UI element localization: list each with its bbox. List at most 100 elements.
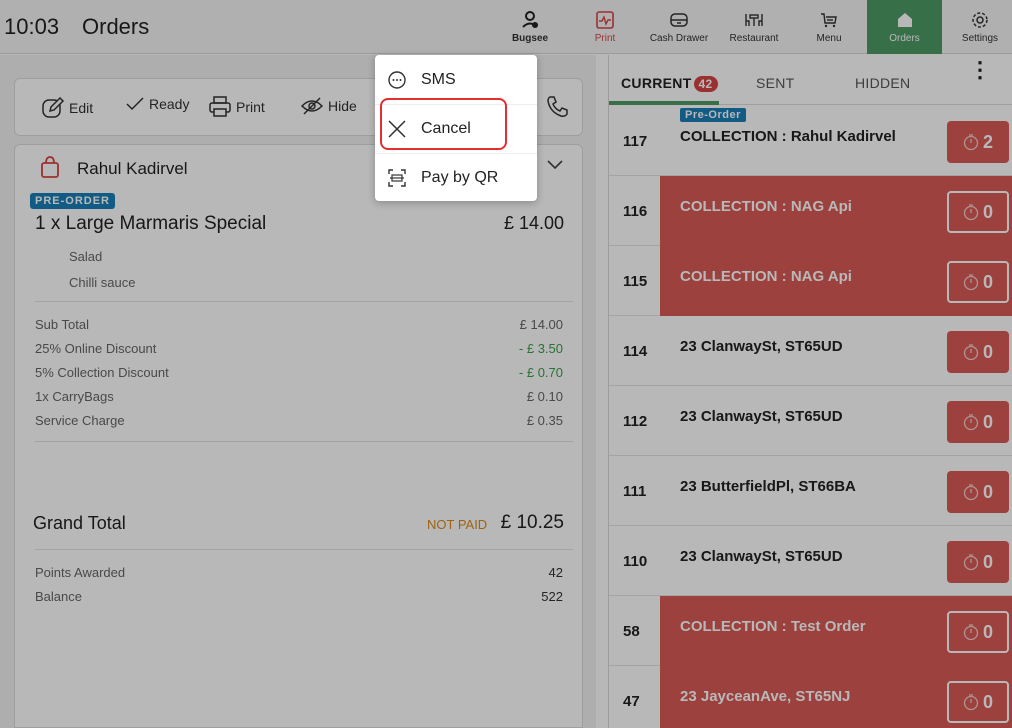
modifier: Chilli sauce	[69, 275, 136, 290]
menu-item-sms[interactable]: SMS	[375, 56, 537, 104]
points-row: Balance 522	[35, 589, 563, 604]
order-card[interactable]: 23 ButterfieldPl, ST66BA 0	[660, 456, 1012, 526]
hide-button[interactable]: Hide	[300, 96, 357, 116]
print-button[interactable]: Print	[208, 96, 265, 118]
tab-hidden[interactable]: HIDDEN	[855, 75, 910, 91]
order-address: COLLECTION : Rahul Kadirvel	[680, 128, 896, 145]
timer-button[interactable]: 0	[947, 261, 1009, 303]
edit-label: Edit	[69, 100, 94, 116]
tab-sent[interactable]: SENT	[756, 75, 795, 91]
divider	[35, 441, 573, 442]
order-row[interactable]: 58 COLLECTION : Test Order 0	[609, 596, 1012, 666]
more-options-icon[interactable]: ⋮	[969, 59, 991, 81]
stopwatch-icon	[963, 484, 979, 501]
timer-button[interactable]: 0	[947, 191, 1009, 233]
preorder-badge: Pre-Order	[680, 108, 746, 122]
timer-button[interactable]: 0	[947, 611, 1009, 653]
order-row[interactable]: 116 COLLECTION : NAG Api 0	[609, 176, 1012, 246]
points-row: Points Awarded 42	[35, 565, 563, 580]
menu-label: Pay by QR	[421, 169, 499, 186]
summary-row: 1x CarryBags £ 0.10	[35, 389, 563, 404]
order-row[interactable]: 110 23 ClanwaySt, ST65UD 0	[609, 526, 1012, 596]
stopwatch-icon	[963, 554, 979, 571]
order-card[interactable]: 23 ClanwaySt, ST65UD 0	[660, 386, 1012, 456]
nav-orders[interactable]: Orders	[867, 0, 942, 54]
order-number: 47	[623, 693, 640, 710]
nav-label: Print	[594, 33, 616, 44]
order-card[interactable]: COLLECTION : NAG Api 0	[660, 176, 1012, 246]
orders-list-panel: CURRENT 42 SENT HIDDEN ⋮ 117 Pre-Order COLL…	[608, 55, 1012, 728]
menu-cart-icon	[821, 13, 837, 28]
divider	[35, 301, 573, 302]
stopwatch-icon	[963, 274, 979, 291]
phone-icon	[547, 96, 568, 117]
edit-button[interactable]: Edit	[41, 96, 93, 120]
order-row[interactable]: 115 COLLECTION : NAG Api 0	[609, 246, 1012, 316]
chevron-down-icon[interactable]	[546, 159, 564, 171]
ready-button[interactable]: Ready	[125, 96, 189, 112]
timer-button[interactable]: 0	[947, 541, 1009, 583]
print-label: Print	[236, 99, 265, 115]
customer-name: Rahul Kadirvel	[77, 159, 188, 178]
timer-button[interactable]: 0	[947, 471, 1009, 513]
order-row[interactable]: 47 23 JayceanAve, ST65NJ 0	[609, 666, 1012, 728]
eye-off-icon	[300, 97, 324, 115]
page-title: Orders	[82, 14, 150, 39]
summary-row: Sub Total £ 14.00	[35, 317, 563, 332]
order-tabs: CURRENT 42 SENT HIDDEN ⋮	[609, 55, 1012, 105]
tab-current[interactable]: CURRENT 42	[621, 75, 718, 92]
nav-restaurant[interactable]: Restaurant	[726, 0, 782, 54]
order-card[interactable]: COLLECTION : NAG Api 0	[660, 246, 1012, 316]
order-card[interactable]: Pre-Order COLLECTION : Rahul Kadirvel 2	[660, 106, 1012, 176]
timer-button[interactable]: 0	[947, 331, 1009, 373]
cancel-highlight-outline	[380, 98, 507, 150]
timer-button[interactable]: 0	[947, 401, 1009, 443]
stopwatch-icon	[963, 624, 979, 641]
order-number: 112	[623, 413, 648, 430]
edit-icon	[42, 96, 65, 118]
menu-label: SMS	[421, 71, 456, 88]
menu-item-pay-by-qr[interactable]: Pay by QR	[375, 154, 537, 202]
clock-time: 10:03	[4, 14, 60, 39]
print-monitor-icon	[596, 11, 614, 29]
check-icon	[126, 97, 144, 111]
order-card[interactable]: COLLECTION : Test Order 0	[660, 596, 1012, 666]
nav-label: Cash Drawer	[649, 33, 709, 44]
timer-button[interactable]: 2	[947, 121, 1009, 163]
qr-scan-icon	[388, 169, 406, 187]
shopping-bag-icon	[41, 156, 59, 178]
timer-value: 0	[982, 691, 993, 712]
grand-total-label: Grand Total	[33, 513, 126, 533]
stopwatch-icon	[963, 414, 979, 431]
nav-label: Settings	[961, 33, 999, 44]
restaurant-icon	[745, 14, 763, 26]
order-row[interactable]: 117 Pre-Order COLLECTION : Rahul Kadirvel 2	[609, 106, 1012, 176]
top-bar: 10:03 Orders Bugsee Print Cash Drawer Re…	[0, 0, 1012, 54]
order-number: 110	[623, 553, 648, 570]
gear-icon	[972, 12, 988, 28]
order-address: COLLECTION : NAG Api	[680, 198, 852, 215]
order-row[interactable]: 114 23 ClanwaySt, ST65UD 0	[609, 316, 1012, 386]
order-card[interactable]: 23 JayceanAve, ST65NJ 0	[660, 666, 1012, 728]
order-address: 23 JayceanAve, ST65NJ	[680, 688, 851, 705]
nav-menu[interactable]: Menu	[808, 0, 850, 54]
timer-button[interactable]: 0	[947, 681, 1009, 723]
nav-bugsee[interactable]: Bugsee	[504, 0, 556, 54]
order-row[interactable]: 112 23 ClanwaySt, ST65UD 0	[609, 386, 1012, 456]
order-address: COLLECTION : NAG Api	[680, 268, 852, 285]
ready-label: Ready	[149, 96, 190, 112]
order-card: Rahul Kadirvel PRE-ORDER 1 x Large Marma…	[14, 144, 583, 728]
printer-icon	[209, 96, 231, 117]
nav-print[interactable]: Print	[580, 0, 630, 54]
nav-cash-drawer[interactable]: Cash Drawer	[646, 0, 712, 54]
nav-settings[interactable]: Settings	[952, 0, 1008, 54]
order-address: COLLECTION : Test Order	[680, 618, 866, 635]
order-number: 114	[623, 343, 648, 360]
timer-value: 0	[982, 201, 993, 222]
stopwatch-icon	[963, 694, 979, 711]
order-card[interactable]: 23 ClanwaySt, ST65UD 0	[660, 316, 1012, 386]
order-card[interactable]: 23 ClanwaySt, ST65UD 0	[660, 526, 1012, 596]
order-row[interactable]: 111 23 ButterfieldPl, ST66BA 0	[609, 456, 1012, 526]
timer-value: 2	[982, 131, 993, 152]
call-button[interactable]	[545, 95, 573, 119]
